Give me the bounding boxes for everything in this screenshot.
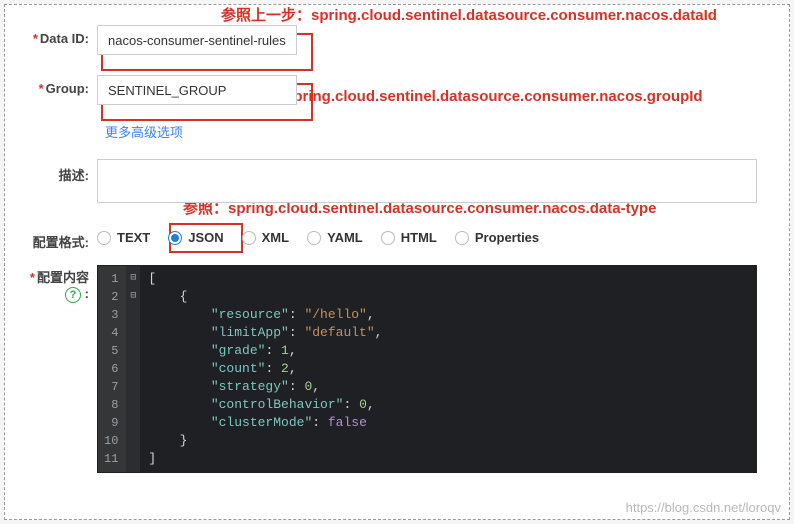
radio-label: YAML bbox=[327, 230, 363, 245]
label-group: *Group: bbox=[25, 75, 97, 96]
format-option-xml[interactable]: XML bbox=[242, 230, 289, 245]
required-mark: * bbox=[33, 31, 38, 46]
format-option-html[interactable]: HTML bbox=[381, 230, 437, 245]
format-radio-group: TEXT JSON XML YAML HTML Properties bbox=[97, 226, 769, 245]
editor-gutter: 1234567891011 bbox=[98, 266, 126, 472]
row-content: *配置内容 ? : 1234567891011 ⊟⊟ [ { "resource… bbox=[25, 265, 769, 473]
radio-circle bbox=[307, 231, 321, 245]
format-option-text[interactable]: TEXT bbox=[97, 230, 150, 245]
code-editor[interactable]: 1234567891011 ⊟⊟ [ { "resource": "/hello… bbox=[97, 265, 757, 473]
label-desc: 描述: bbox=[25, 159, 97, 184]
more-options-link[interactable]: 更多高级选项 bbox=[105, 122, 183, 141]
editor-code-area[interactable]: [ { "resource": "/hello", "limitApp": "d… bbox=[140, 266, 756, 472]
editor-fold-column: ⊟⊟ bbox=[126, 266, 140, 472]
radio-circle bbox=[455, 231, 469, 245]
format-option-json[interactable]: JSON bbox=[168, 230, 223, 245]
radio-label: XML bbox=[262, 230, 289, 245]
format-option-properties[interactable]: Properties bbox=[455, 230, 539, 245]
row-desc: 描述: bbox=[25, 159, 769, 206]
radio-circle bbox=[97, 231, 111, 245]
label-content: *配置内容 ? : bbox=[25, 265, 97, 303]
group-input[interactable] bbox=[97, 75, 297, 105]
help-icon[interactable]: ? bbox=[65, 287, 81, 303]
row-format: 配置格式: TEXT JSON XML YAML HTML Properties bbox=[25, 226, 769, 251]
label-data-id: *Data ID: bbox=[25, 25, 97, 46]
description-input[interactable] bbox=[97, 159, 757, 203]
radio-label: JSON bbox=[188, 230, 223, 245]
row-data-id: *Data ID: bbox=[25, 25, 769, 55]
radio-circle bbox=[168, 231, 182, 245]
data-id-input[interactable] bbox=[97, 25, 297, 55]
form-container: 参照上一步：spring.cloud.sentinel.datasource.c… bbox=[4, 4, 790, 520]
label-format: 配置格式: bbox=[25, 226, 97, 251]
radio-label: TEXT bbox=[117, 230, 150, 245]
required-mark: * bbox=[30, 270, 35, 285]
watermark: https://blog.csdn.net/loroqv bbox=[626, 500, 781, 515]
format-option-yaml[interactable]: YAML bbox=[307, 230, 363, 245]
radio-circle bbox=[381, 231, 395, 245]
required-mark: * bbox=[39, 81, 44, 96]
row-group: *Group: bbox=[25, 75, 769, 105]
radio-circle bbox=[242, 231, 256, 245]
radio-label: Properties bbox=[475, 230, 539, 245]
radio-label: HTML bbox=[401, 230, 437, 245]
